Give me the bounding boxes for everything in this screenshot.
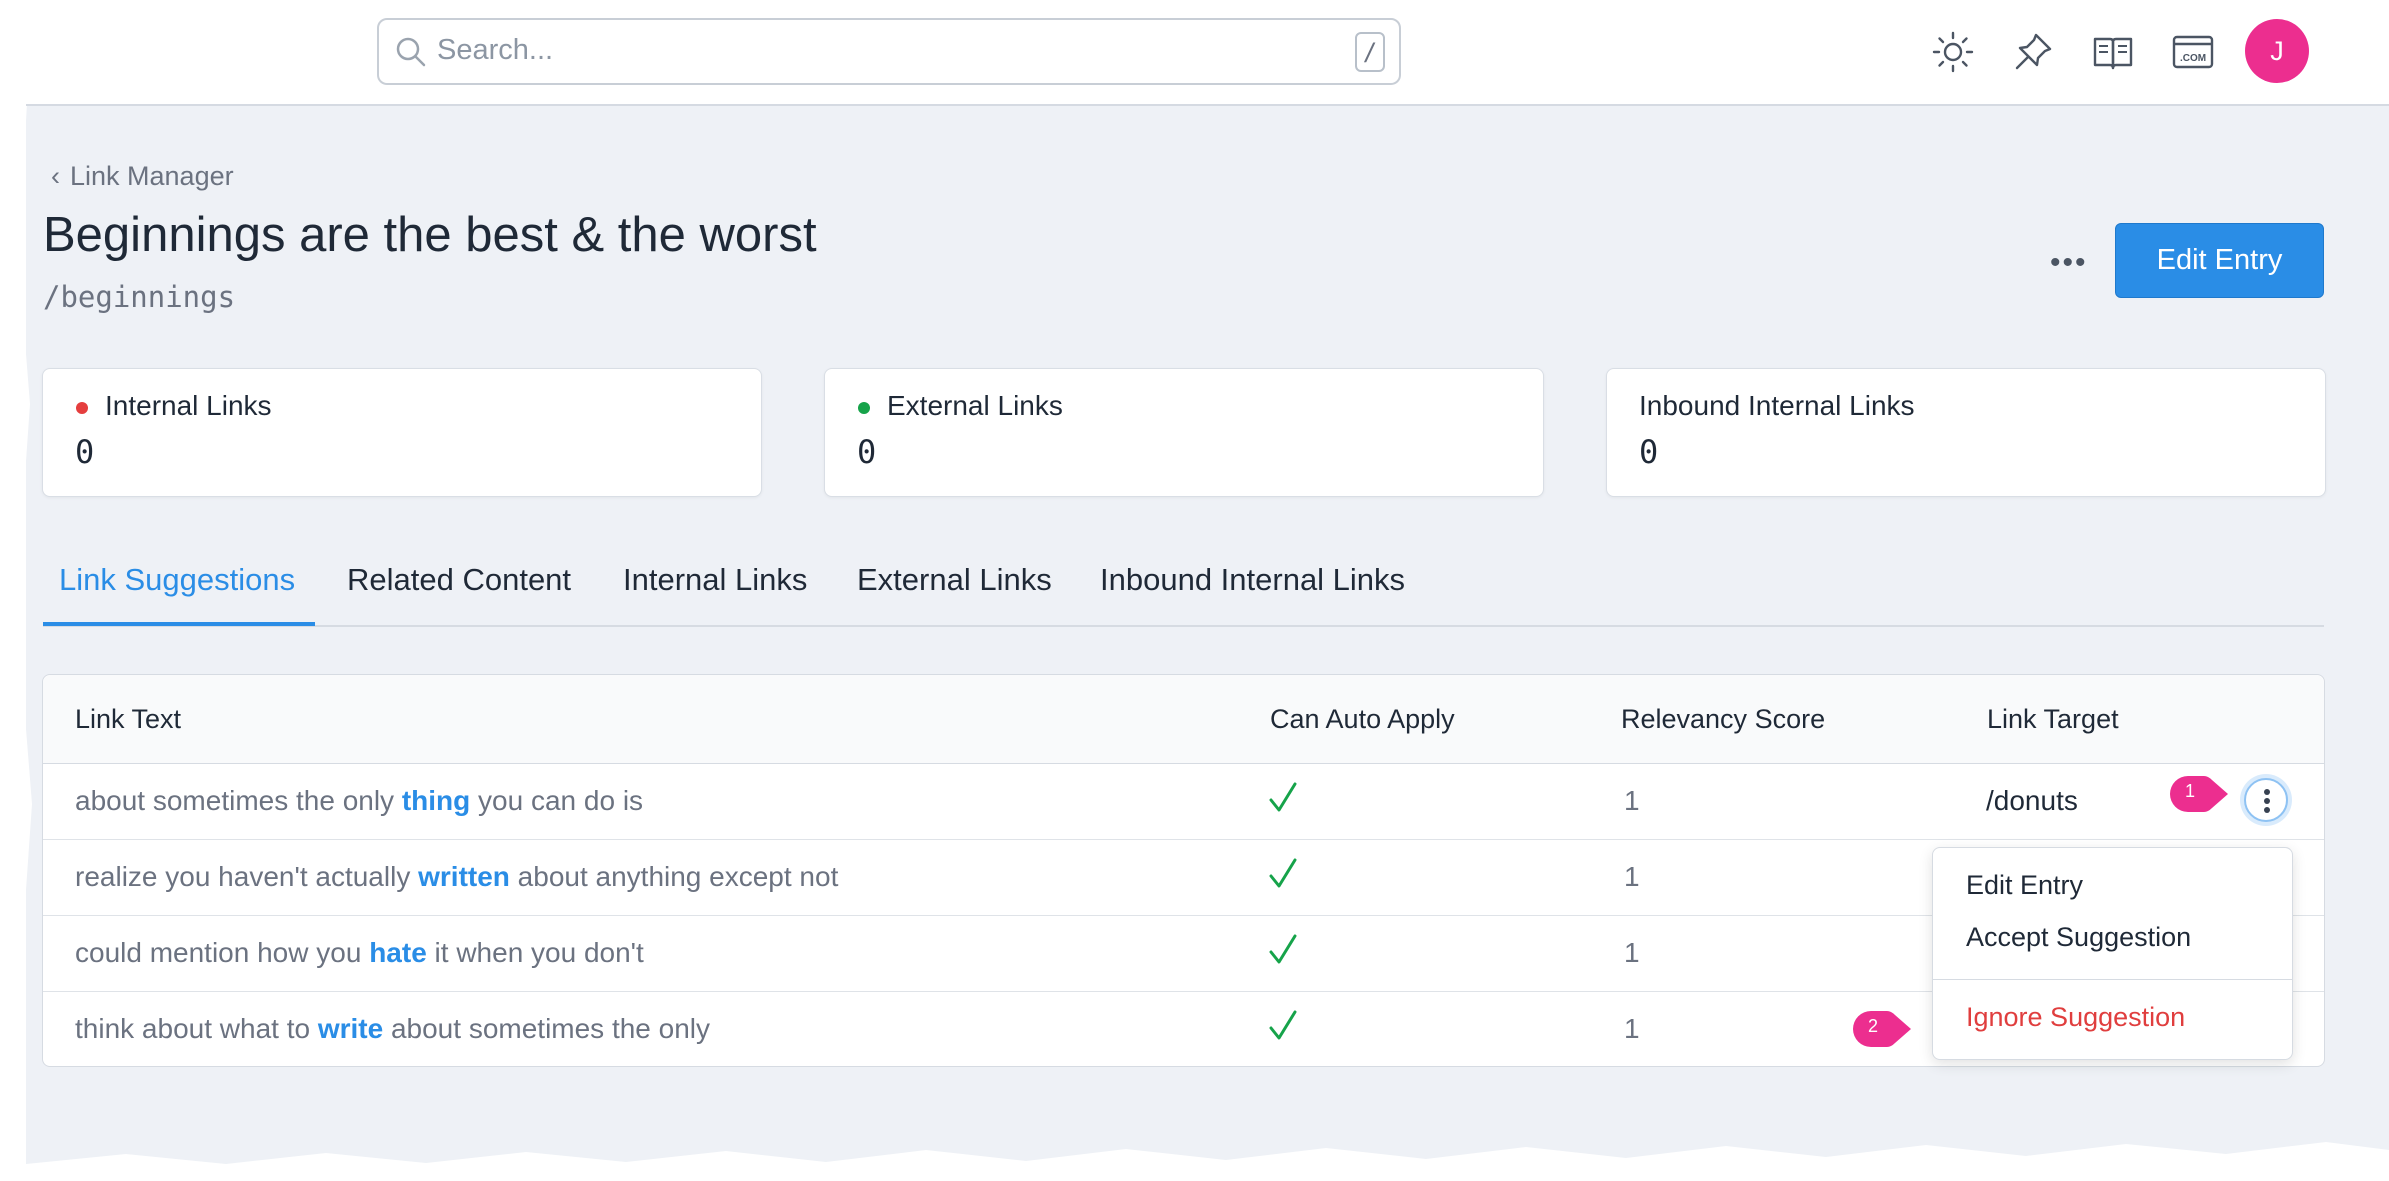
search-icon [396,37,426,67]
check-icon [1269,858,1297,888]
tab-bar: Link Suggestions Related Content Interna… [43,548,2324,627]
stat-card-internal-links: Internal Links 0 [42,368,762,497]
annotation-marker-2: 2 [1851,1009,1915,1049]
check-icon [1269,1010,1297,1040]
domain-icon[interactable]: .COM [2171,30,2215,74]
link-text-after: about anything except not [509,861,839,892]
check-icon [1269,934,1297,964]
table-header: Link Text Can Auto Apply Relevancy Score… [43,675,2324,764]
stat-card-inbound-internal-links: Inbound Internal Links 0 [1606,368,2326,497]
check-icon [1269,782,1297,812]
table-row: about sometimes the only thing you can d… [43,764,2324,840]
avatar[interactable]: J [2245,19,2309,83]
search-shortcut-hint: / [1355,32,1385,72]
active-tab-indicator [43,622,315,626]
link-text-cell: about sometimes the only thing you can d… [75,785,643,817]
stat-value: 0 [1639,433,1659,471]
stat-value: 0 [75,433,95,471]
column-header: Link Text [75,704,182,734]
link-text-cell: realize you haven't actually written abo… [75,861,838,893]
menu-item-accept-suggestion[interactable]: Accept Suggestion [1966,922,2191,953]
column-header: Relevancy Score [1621,704,1826,734]
pin-icon[interactable] [2011,30,2055,74]
page-title: Beginnings are the best & the worst [43,208,817,262]
kebab-dot [2264,807,2270,813]
relevancy-score: 1 [1624,1013,1640,1044]
stat-label: Inbound Internal Links [1639,390,1915,421]
book-icon[interactable] [2091,30,2135,74]
link-text-before: could mention how you [75,937,370,968]
menu-item-edit-entry[interactable]: Edit Entry [1966,870,2083,901]
link-text-after: it when you don't [426,937,644,968]
search-input[interactable]: Search... / [377,18,1401,85]
edit-entry-button[interactable]: Edit Entry [2115,223,2324,298]
link-keyword: thing [401,785,471,816]
search-placeholder: Search... [437,34,554,66]
annotation-marker-1: 1 [2168,774,2232,814]
column-header: Link Target [1987,704,2119,734]
chevron-left-icon: ‹ [51,161,60,191]
link-keyword: written [418,861,510,892]
relevancy-score: 1 [1624,861,1640,892]
link-text-before: realize you haven't actually [75,861,419,892]
marker-number: 2 [1867,1016,1878,1036]
row-actions-menu: Edit Entry Accept Suggestion Ignore Sugg… [1932,847,2293,1060]
tab-link-suggestions[interactable]: Link Suggestions [59,562,295,598]
back-link-label: Link Manager [70,161,234,191]
status-dot [76,402,88,414]
kebab-dot [2264,789,2270,795]
surface-divider [26,104,2389,106]
entry-slug: /beginnings [43,280,236,314]
relevancy-score: 1 [1624,937,1640,968]
svg-text:.COM: .COM [2180,53,2206,64]
tab-related-content[interactable]: Related Content [347,562,571,598]
link-text-before: about sometimes the only [75,785,402,816]
tab-external-links[interactable]: External Links [857,562,1052,598]
marker-number: 1 [2184,781,2195,801]
relevancy-score: 1 [1624,785,1640,816]
back-link[interactable]: ‹ Link Manager [51,161,234,192]
link-text-after: you can do is [470,785,644,816]
status-dot [858,402,870,414]
stat-label: Internal Links [105,390,272,421]
menu-divider [1933,979,2292,980]
tab-inbound-internal-links[interactable]: Inbound Internal Links [1100,562,1405,598]
stat-label: External Links [887,390,1063,421]
kebab-dot [2264,798,2270,804]
link-keyword: hate [369,937,427,968]
link-text-cell: could mention how you hate it when you d… [75,937,644,969]
link-text-before: think about what to [75,1013,318,1044]
stat-value: 0 [857,433,877,471]
column-header: Can Auto Apply [1270,704,1455,734]
more-actions-button[interactable]: ••• [2050,246,2088,280]
top-bar: Search... / .COM J [0,0,2389,104]
tab-internal-links[interactable]: Internal Links [623,562,807,598]
menu-item-ignore-suggestion[interactable]: Ignore Suggestion [1966,1002,2185,1033]
row-actions-button[interactable] [2244,778,2288,822]
link-text-after: about sometimes the only [383,1013,711,1044]
link-text-cell: think about what to write about sometime… [75,1013,710,1045]
stat-card-external-links: External Links 0 [824,368,1544,497]
link-keyword: write [317,1013,384,1044]
link-target: /donuts [1986,785,2078,816]
sun-icon[interactable] [1931,30,1975,74]
